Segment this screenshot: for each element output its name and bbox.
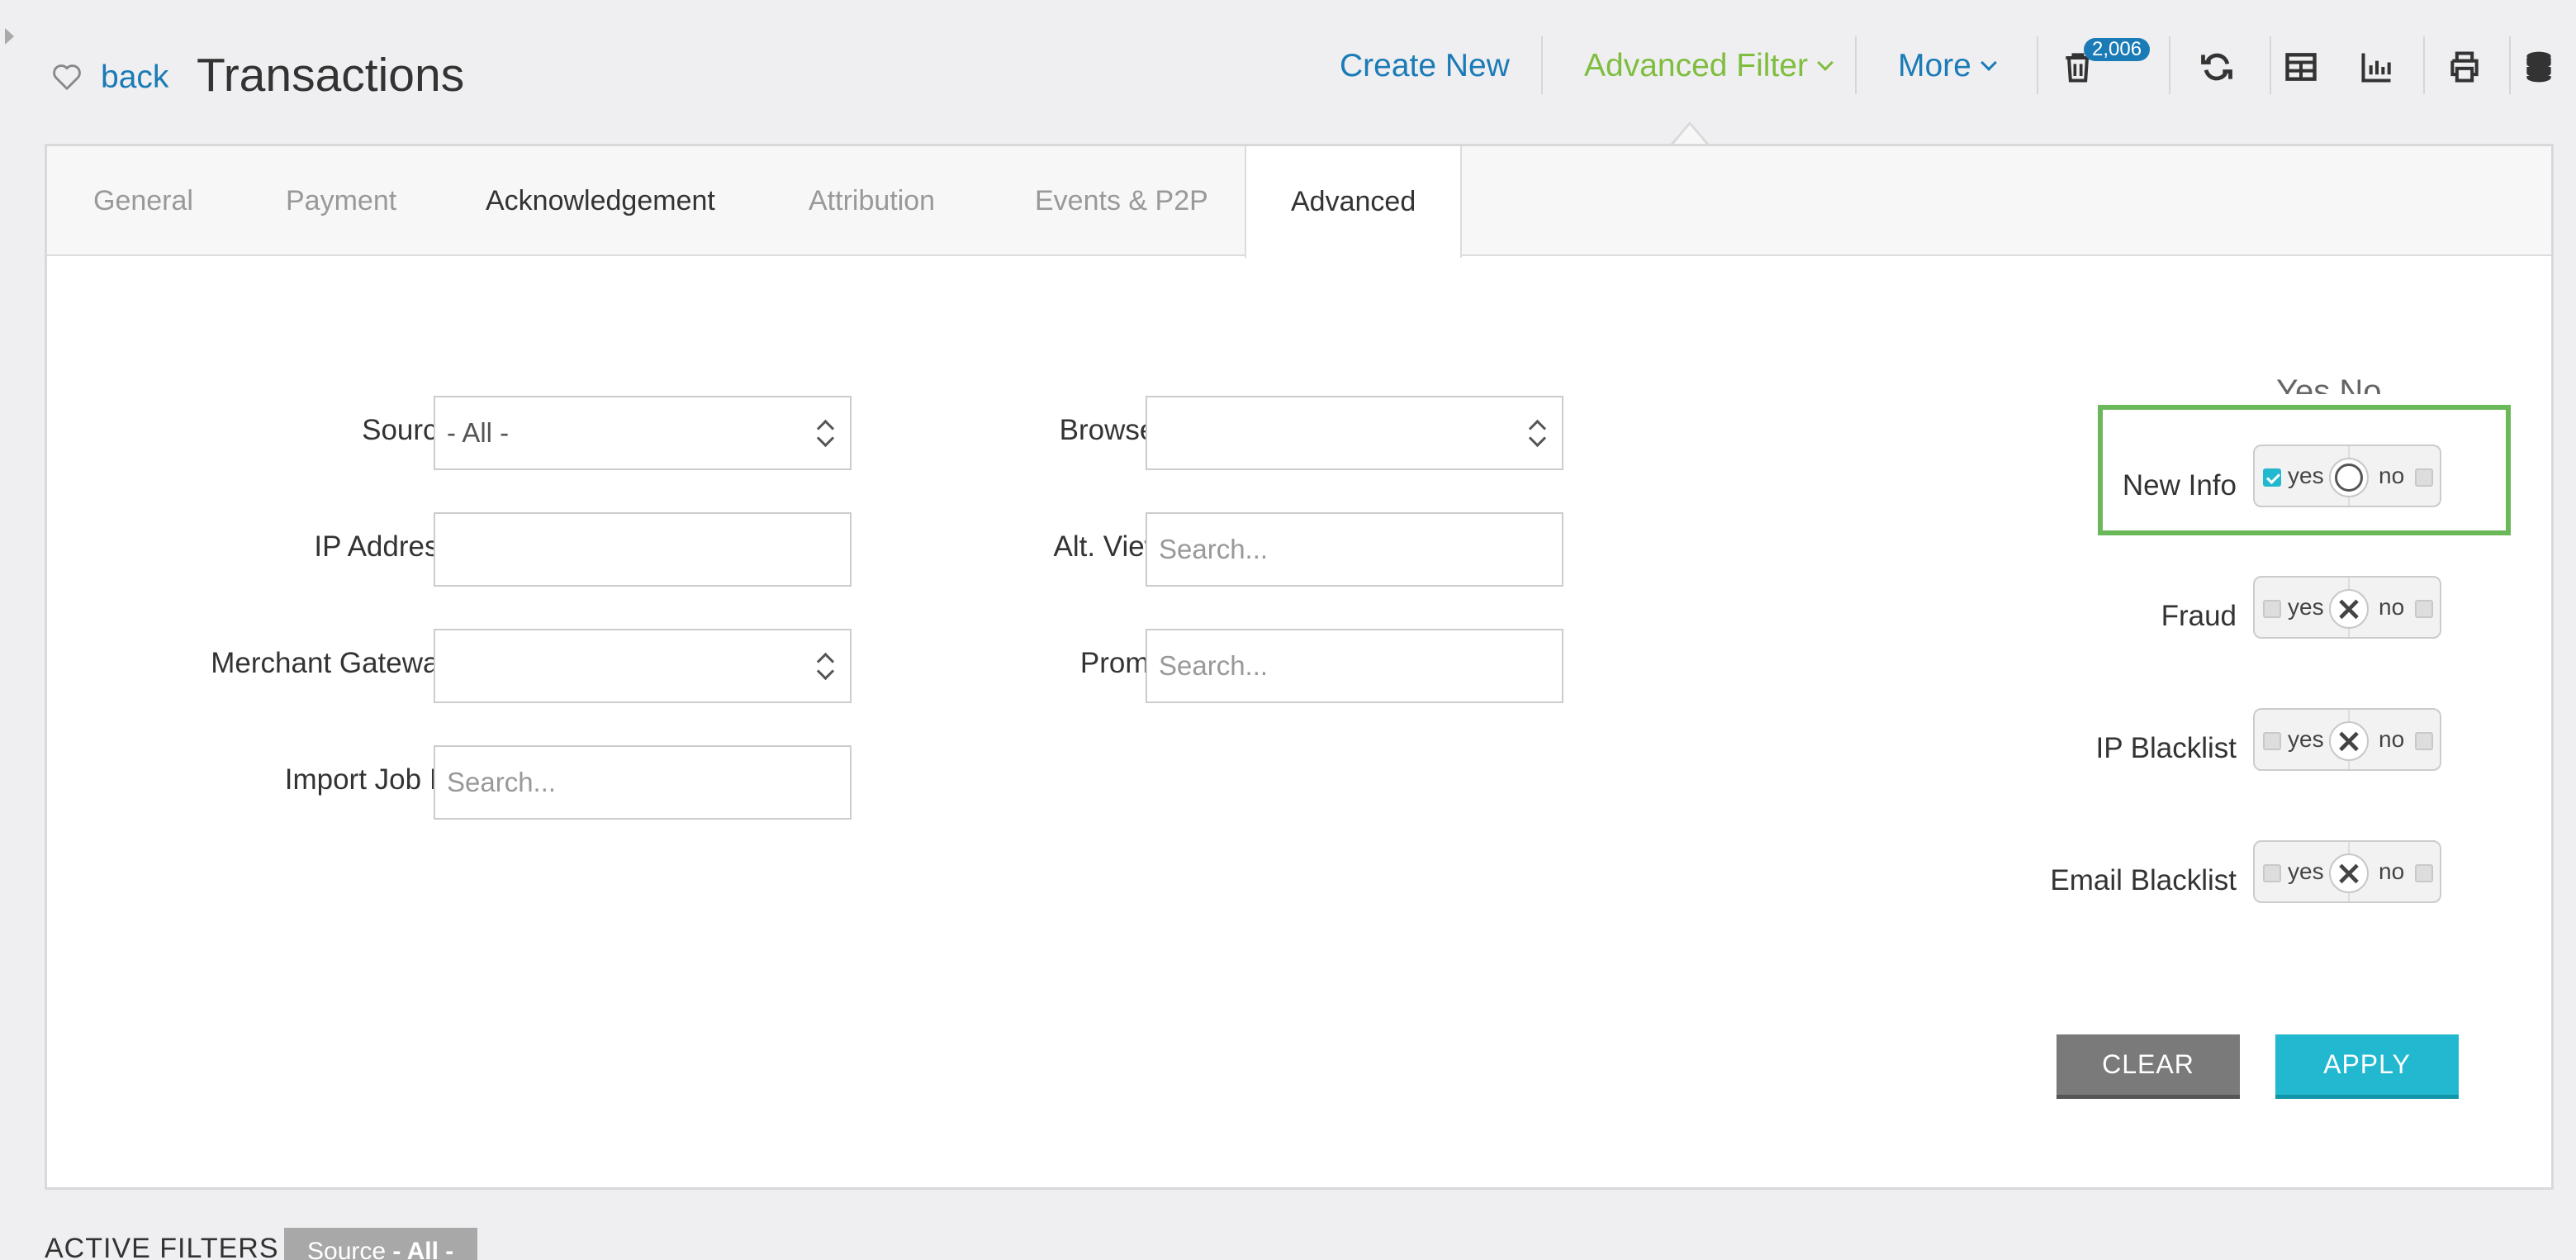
- email-blacklist-toggle[interactable]: yes × no: [2253, 840, 2441, 903]
- close-x-icon[interactable]: ×: [2329, 721, 2369, 761]
- more-label: More: [1898, 48, 1971, 83]
- browser-select[interactable]: [1146, 396, 1563, 470]
- yes-text: yes: [2288, 463, 2324, 488]
- fraud-toggle[interactable]: yes × no: [2253, 576, 2441, 639]
- source-selected-value: - All -: [447, 417, 510, 448]
- page-title: Transactions: [197, 49, 465, 102]
- chip-name: Source: [307, 1238, 387, 1260]
- no-checkbox[interactable]: [2415, 600, 2433, 618]
- create-new-label: Create New: [1340, 48, 1510, 83]
- tab-advanced[interactable]: Advanced: [1245, 146, 1463, 258]
- tab-acknowledgement[interactable]: Acknowledgement: [486, 146, 715, 256]
- no-text: no: [2379, 594, 2405, 620]
- chevron-down-icon: [1980, 55, 1997, 71]
- filter-tabs: General Payment Acknowledgement Attribut…: [47, 146, 2551, 258]
- header-divider: [1855, 36, 1857, 94]
- create-new-link[interactable]: Create New: [1340, 48, 1510, 84]
- close-x-icon[interactable]: ×: [2329, 853, 2369, 893]
- page-header: back Transactions Create New Advanced Fi…: [0, 0, 2576, 140]
- toggle-label-fraud: Fraud: [2161, 600, 2237, 632]
- yes-text: yes: [2288, 858, 2324, 884]
- promo-placeholder: Search...: [1159, 650, 1269, 681]
- alt-view-placeholder: Search...: [1159, 534, 1269, 564]
- new-info-toggle[interactable]: yes no: [2253, 445, 2441, 507]
- no-text: no: [2379, 463, 2405, 488]
- tab-general[interactable]: General: [93, 146, 193, 256]
- apply-button[interactable]: APPLY: [2275, 1034, 2459, 1099]
- alt-view-input[interactable]: Search...: [1146, 512, 1563, 587]
- print-icon[interactable]: [2445, 46, 2484, 88]
- import-job-id-label: Import Job Id: [284, 763, 453, 796]
- header-divider: [2169, 36, 2170, 94]
- header-divider: [2270, 36, 2271, 94]
- advanced-filter-link[interactable]: Advanced Filter: [1584, 48, 1834, 84]
- database-icon[interactable]: [2519, 46, 2559, 88]
- active-filters-label: ACTIVE FILTERS: [45, 1233, 279, 1260]
- header-divider: [1541, 36, 1543, 94]
- select-updown-icon: [817, 650, 833, 683]
- back-link[interactable]: back: [101, 59, 168, 96]
- promo-input[interactable]: Search...: [1146, 629, 1563, 703]
- import-job-id-placeholder: Search...: [447, 767, 557, 797]
- no-checkbox[interactable]: [2415, 864, 2433, 882]
- merchant-gateway-select[interactable]: [434, 629, 852, 703]
- clear-button[interactable]: CLEAR: [2057, 1034, 2240, 1099]
- import-job-id-input[interactable]: Search...: [434, 745, 852, 820]
- advanced-filter-panel: General Payment Acknowledgement Attribut…: [45, 144, 2554, 1190]
- select-updown-icon: [817, 417, 833, 450]
- source-select[interactable]: - All -: [434, 396, 852, 470]
- close-x-icon[interactable]: ×: [2329, 589, 2369, 629]
- chip-value: - All -: [392, 1238, 454, 1260]
- chart-view-icon[interactable]: [2357, 46, 2397, 88]
- neutral-circle-icon[interactable]: [2329, 458, 2369, 497]
- header-divider: [2037, 36, 2038, 94]
- toggle-label-new-info: New Info: [2122, 469, 2237, 502]
- no-checkbox[interactable]: [2415, 732, 2433, 750]
- yes-text: yes: [2288, 726, 2324, 752]
- header-divider: [2509, 36, 2511, 94]
- dropdown-pointer: [1670, 121, 1710, 145]
- tab-payment[interactable]: Payment: [286, 146, 396, 256]
- tab-attribution[interactable]: Attribution: [809, 146, 935, 256]
- advanced-filter-label: Advanced Filter: [1584, 48, 1808, 83]
- ip-address-label: IP Address: [314, 530, 453, 563]
- select-updown-icon: [1529, 417, 1545, 450]
- no-checkbox[interactable]: [2415, 468, 2433, 487]
- active-filter-chip[interactable]: Source - All -: [284, 1228, 477, 1260]
- favorite-heart-icon[interactable]: [51, 61, 83, 93]
- yes-checkbox[interactable]: [2263, 864, 2281, 882]
- yes-checkbox[interactable]: [2263, 732, 2281, 750]
- yes-checkbox[interactable]: [2263, 600, 2281, 618]
- more-menu-link[interactable]: More: [1898, 48, 1997, 84]
- toggle-label-email-blacklist: Email Blacklist: [2050, 864, 2237, 896]
- merchant-gateway-label: Merchant Gateway: [211, 647, 453, 679]
- ip-address-input[interactable]: [434, 512, 852, 587]
- yes-checkbox[interactable]: [2263, 468, 2281, 487]
- ip-blacklist-toggle[interactable]: yes × no: [2253, 708, 2441, 771]
- trash-count-badge: 2,006: [2084, 38, 2151, 61]
- no-text: no: [2379, 726, 2405, 752]
- header-divider: [2423, 36, 2425, 94]
- tab-events-p2p[interactable]: Events & P2P: [1035, 146, 1208, 256]
- yes-text: yes: [2288, 594, 2324, 620]
- toggle-label-ip-blacklist: IP Blacklist: [2095, 732, 2237, 764]
- refresh-icon[interactable]: [2197, 46, 2237, 88]
- chevron-down-icon: [1817, 55, 1834, 71]
- no-text: no: [2379, 858, 2405, 884]
- table-view-icon[interactable]: [2281, 46, 2321, 88]
